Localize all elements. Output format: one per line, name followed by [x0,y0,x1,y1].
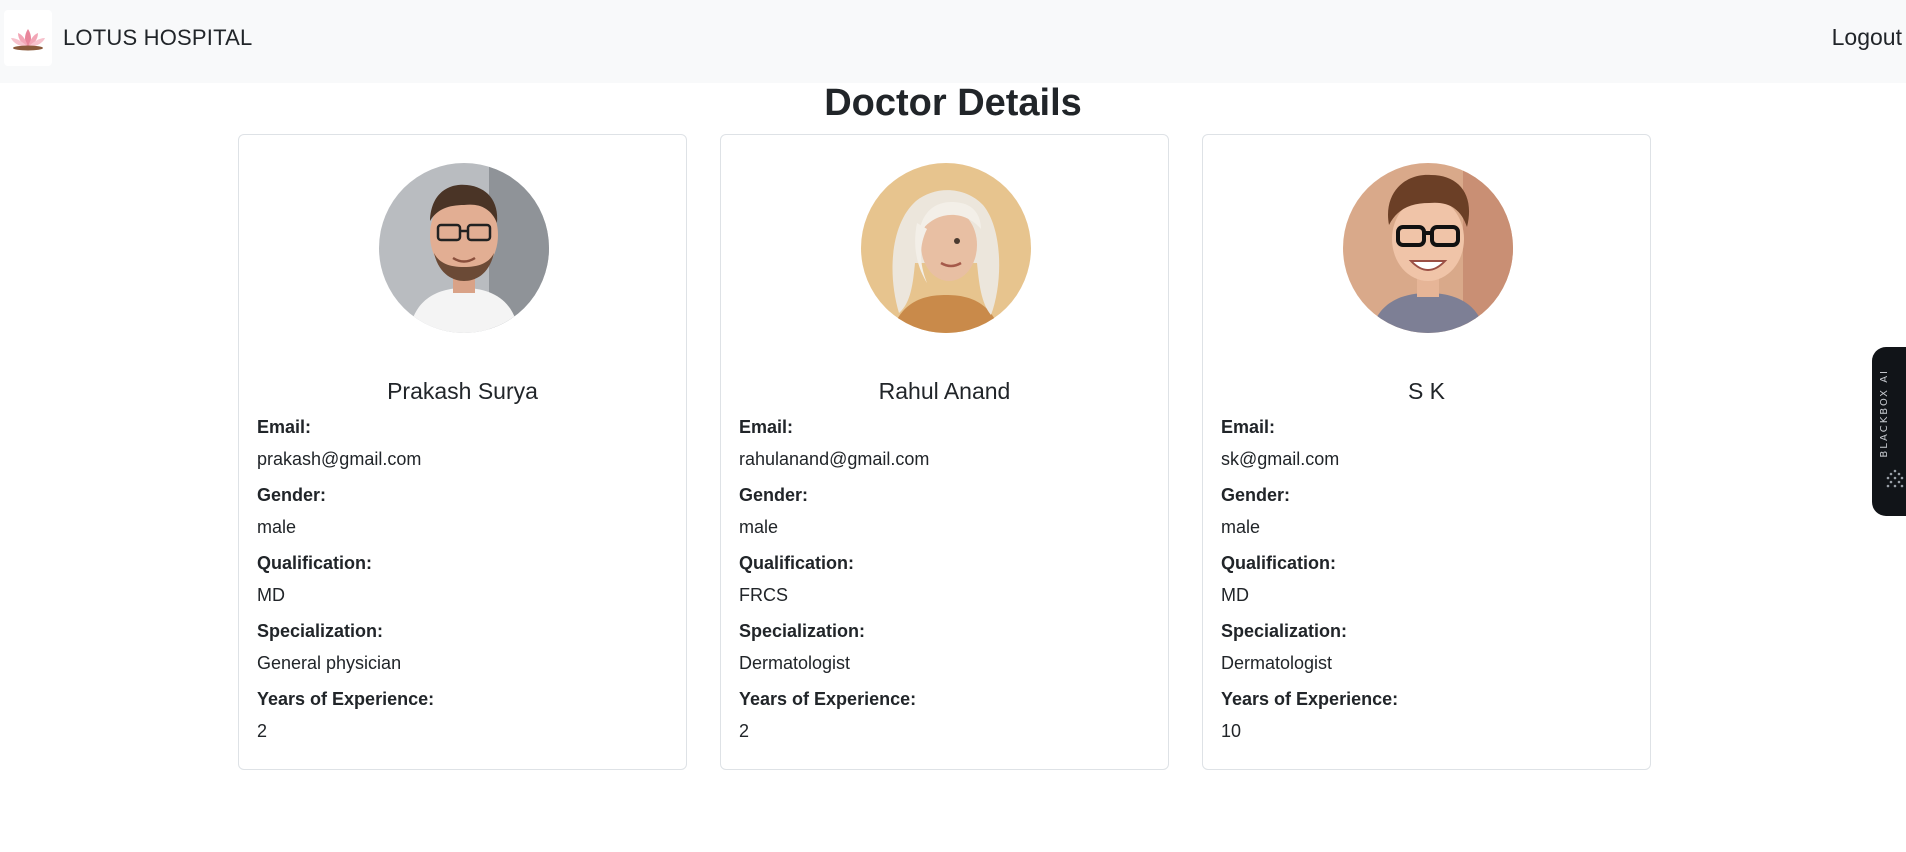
brand-link[interactable]: LOTUS HOSPITAL [4,10,252,66]
doctor-avatar [379,163,549,333]
specialization-label: Specialization: [257,621,384,641]
doctor-fields: Email: prakash@gmail.com Gender: male Qu… [257,417,434,757]
doctor-fields: Email: sk@gmail.com Gender: male Qualifi… [1221,417,1398,757]
specialization-value: General physician [257,653,402,673]
side-tab-label: BLACKBOX AI [1879,369,1890,458]
qualification-value: FRCS [739,585,788,605]
navbar: LOTUS HOSPITAL Logout [0,0,1906,83]
email-label: Email: [257,417,312,437]
gender-label: Gender: [1221,485,1291,505]
specialization-label: Specialization: [1221,621,1348,641]
specialization-label: Specialization: [739,621,866,641]
qualification-label: Qualification: [739,553,855,573]
experience-label: Years of Experience: [1221,689,1399,709]
doctor-name: Rahul Anand [878,378,1011,404]
qualification-value: MD [257,585,285,605]
doctor-card: S K Email: sk@gmail.com Gender: male Qua… [1202,134,1651,770]
experience-value: 2 [739,721,750,741]
qualification-label: Qualification: [257,553,373,573]
experience-value: 10 [1221,721,1242,741]
doctor-cards: Prakash Surya Email: prakash@gmail.com G… [238,134,1651,770]
doctor-name: S K [1407,378,1446,404]
page-title: Doctor Details [824,82,1082,124]
experience-value: 2 [257,721,268,741]
gender-value: male [739,517,779,537]
dots-icon [1886,469,1904,488]
experience-label: Years of Experience: [739,689,917,709]
qualification-label: Qualification: [1221,553,1337,573]
doctor-avatar [861,163,1031,333]
qualification-value: MD [1221,585,1249,605]
doctor-name: Prakash Surya [387,378,538,404]
specialization-value: Dermatologist [739,653,851,673]
doctor-fields: Email: rahulanand@gmail.com Gender: male… [739,417,929,757]
email-value: sk@gmail.com [1221,449,1340,469]
blackbox-ai-tab[interactable]: BLACKBOX AI [1872,347,1906,516]
email-label: Email: [739,417,794,437]
gender-label: Gender: [739,485,809,505]
email-value: rahulanand@gmail.com [739,449,930,469]
doctor-card: Rahul Anand Email: rahulanand@gmail.com … [720,134,1169,770]
doctor-card: Prakash Surya Email: prakash@gmail.com G… [238,134,687,770]
email-label: Email: [1221,417,1276,437]
gender-label: Gender: [257,485,327,505]
logout-link[interactable]: Logout [1832,24,1902,51]
email-value: prakash@gmail.com [257,449,422,469]
experience-label: Years of Experience: [257,689,435,709]
lotus-logo-icon [4,10,52,66]
brand-name: LOTUS HOSPITAL [63,25,253,50]
gender-value: male [257,517,297,537]
doctor-avatar [1343,163,1513,333]
specialization-value: Dermatologist [1221,653,1333,673]
gender-value: male [1221,517,1261,537]
